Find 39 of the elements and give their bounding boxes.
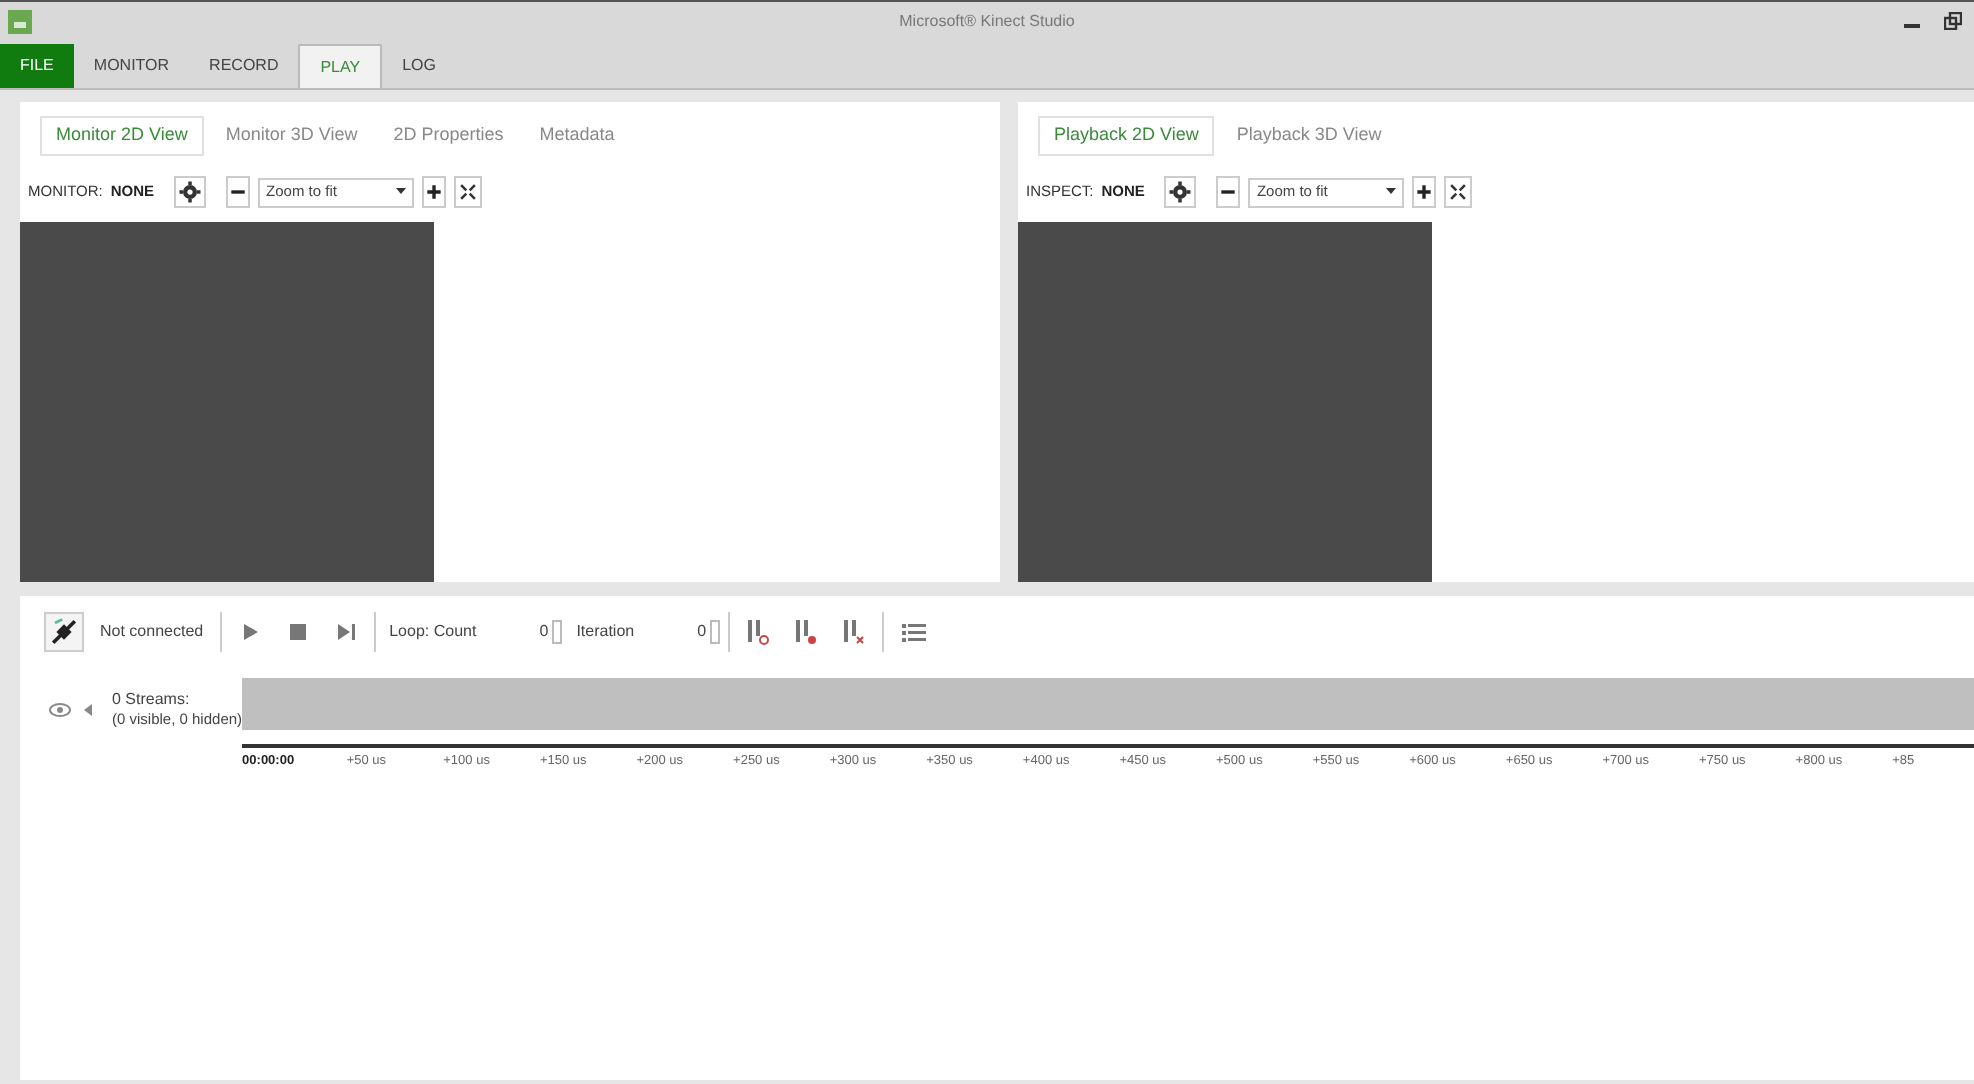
step-icon[interactable] bbox=[333, 618, 358, 646]
restore-icon[interactable] bbox=[1944, 12, 1962, 30]
menu-tab[interactable]: PLAY bbox=[298, 44, 383, 88]
view-tab[interactable]: Playback 2D View bbox=[1038, 116, 1215, 156]
minus-icon[interactable] bbox=[226, 176, 251, 208]
marker-icon[interactable] bbox=[840, 616, 869, 648]
streams-count: 0 Streams: bbox=[112, 690, 192, 710]
view-tab[interactable]: Monitor 2D View bbox=[40, 116, 204, 156]
iteration-field[interactable]: 0 bbox=[648, 616, 721, 648]
caret-icon bbox=[396, 188, 407, 196]
view-tab[interactable]: Playback 3D View bbox=[1222, 116, 1396, 156]
minus-icon[interactable] bbox=[1216, 176, 1241, 208]
plug-icon[interactable] bbox=[44, 612, 84, 652]
triangle-icon[interactable] bbox=[80, 702, 96, 718]
view-tab[interactable]: Monitor 3D View bbox=[211, 116, 372, 156]
marker-icon[interactable] bbox=[744, 616, 773, 648]
fit-icon[interactable] bbox=[454, 176, 483, 208]
menu-tab[interactable]: MONITOR bbox=[73, 44, 190, 88]
list-icon[interactable] bbox=[900, 618, 929, 646]
plus-icon[interactable] bbox=[1412, 176, 1437, 208]
fit-icon[interactable] bbox=[1444, 176, 1473, 208]
menu-tab[interactable]: LOG bbox=[382, 44, 456, 88]
menu-tab[interactable]: RECORD bbox=[189, 44, 299, 88]
plus-icon[interactable] bbox=[422, 176, 447, 208]
settings-icon[interactable] bbox=[174, 176, 207, 208]
caret-icon bbox=[1386, 188, 1397, 196]
connection-status: Not connected bbox=[98, 620, 206, 644]
app-icon bbox=[8, 9, 32, 33]
eye-icon[interactable] bbox=[48, 700, 72, 720]
settings-icon[interactable] bbox=[1164, 176, 1197, 208]
view-tab[interactable]: Metadata bbox=[525, 116, 629, 156]
window-title: Microsoft® Kinect Studio bbox=[899, 9, 1075, 33]
marker-icon[interactable] bbox=[792, 616, 821, 648]
loop-count-field[interactable]: 0 bbox=[490, 616, 563, 648]
view-tab[interactable]: 2D Properties bbox=[379, 116, 518, 156]
iteration-label: Iteration bbox=[574, 620, 637, 644]
loop-label: Loop: Count bbox=[387, 620, 479, 644]
file-menu[interactable]: FILE bbox=[0, 44, 74, 88]
stop-icon[interactable] bbox=[285, 618, 310, 646]
